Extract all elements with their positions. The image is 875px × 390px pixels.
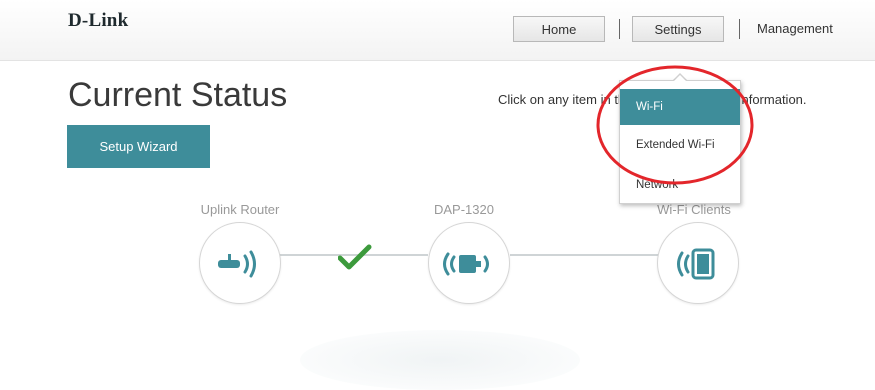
page-title: Current Status xyxy=(68,76,288,114)
extender-icon xyxy=(443,252,489,276)
dap-1320-label: DAP-1320 xyxy=(434,202,494,217)
clients-link-line xyxy=(510,254,658,256)
router-icon xyxy=(218,250,256,278)
menu-item-wifi[interactable]: Wi-Fi xyxy=(620,89,740,125)
uplink-router-label: Uplink Router xyxy=(200,202,280,217)
setup-wizard-button[interactable]: Setup Wizard xyxy=(67,125,210,168)
top-navigation-bar: D-Link Home Settings Management xyxy=(0,0,875,61)
dap-1320-node[interactable] xyxy=(428,222,510,304)
wifi-clients-label: Wi-Fi Clients xyxy=(657,202,731,217)
uplink-router-node[interactable] xyxy=(199,222,281,304)
wifi-clients-node[interactable] xyxy=(657,222,739,304)
tablet-icon xyxy=(677,248,715,280)
connected-check-icon xyxy=(338,244,372,270)
nav-settings-button[interactable]: Settings xyxy=(632,16,724,42)
nav-separator xyxy=(739,19,740,39)
nav-separator xyxy=(619,19,620,39)
nav-management-link[interactable]: Management xyxy=(757,16,833,42)
menu-item-extended-wifi[interactable]: Extended Wi-Fi xyxy=(620,127,740,163)
nav-home-button[interactable]: Home xyxy=(513,16,605,42)
menu-caret-inner xyxy=(673,75,687,82)
settings-dropdown-menu: Wi-Fi Extended Wi-Fi Network xyxy=(619,80,741,204)
menu-item-network[interactable]: Network xyxy=(620,167,740,203)
background-glow xyxy=(300,330,580,390)
dlink-logo: D-Link xyxy=(68,10,129,31)
